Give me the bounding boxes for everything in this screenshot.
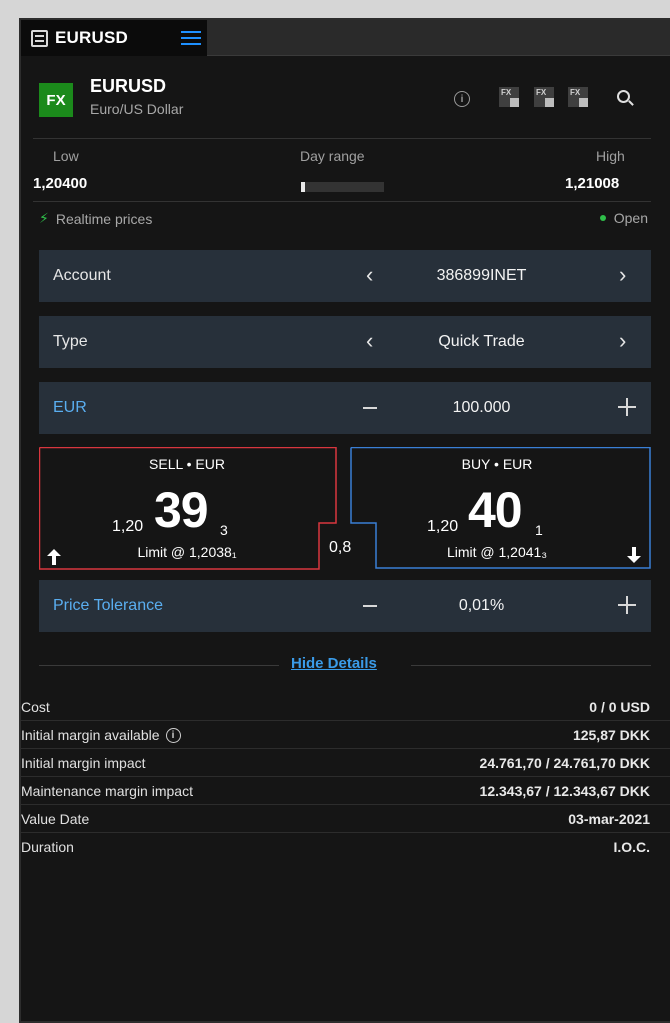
detail-value: 0 / 0 USD [589, 699, 650, 715]
divider [39, 665, 279, 666]
account-selector: Account ‹ 386899INET › [39, 250, 651, 302]
day-range-indicator [301, 182, 305, 192]
tab-title: EURUSD [55, 28, 128, 47]
type-prev-button[interactable]: ‹ [366, 328, 373, 354]
type-label: Type [53, 333, 88, 350]
detail-label: Maintenance margin impact [21, 783, 193, 799]
tolerance-input[interactable]: 0,01% [399, 597, 564, 615]
type-selector: Type ‹ Quick Trade › [39, 316, 651, 368]
divider [33, 201, 651, 202]
amount-currency-label: EUR [53, 399, 87, 416]
detail-row-cost: Cost 0 / 0 USD [21, 694, 670, 721]
detail-value: 24.761,70 / 24.761,70 DKK [479, 755, 650, 771]
fx-forward-icon[interactable]: FX [499, 87, 519, 107]
info-icon[interactable]: i [454, 91, 470, 107]
divider [411, 665, 651, 666]
status-dot-icon [599, 215, 606, 221]
price-tolerance-stepper: Price Tolerance 0,01% [39, 580, 651, 632]
account-next-button[interactable]: › [619, 262, 626, 288]
detail-label-wrap: Initial margin available i [21, 727, 181, 743]
detail-value: 125,87 DKK [572, 727, 650, 743]
day-range-bar [301, 182, 384, 192]
tolerance-increase-button[interactable] [618, 596, 636, 614]
tab-bar: EURUSD [21, 20, 670, 56]
detail-value: 03-mar-2021 [568, 811, 650, 827]
lightning-icon: ⚡︎ [39, 210, 49, 226]
sell-price-big: 39 [154, 482, 209, 538]
trade-ticket-window: EURUSD FX EURUSD Euro/US Dollar i FX FX … [19, 18, 670, 1023]
search-icon[interactable] [617, 90, 630, 103]
sell-limit: Limit @ 1,2038₁ [137, 544, 237, 560]
amount-input[interactable]: 100.000 [399, 399, 564, 417]
high-label: High [596, 148, 625, 164]
detail-row-duration: Duration I.O.C. [21, 834, 670, 861]
buy-header: BUY • EUR [461, 456, 533, 472]
tolerance-decrease-button[interactable] [363, 605, 377, 607]
trade-ticket-icon [31, 29, 48, 47]
instrument-symbol[interactable]: EURUSD [90, 76, 166, 97]
detail-value: 12.343,67 / 12.343,67 DKK [479, 783, 650, 799]
detail-row-value-date: Value Date 03-mar-2021 [21, 806, 670, 833]
low-value: 1,20400 [33, 175, 88, 192]
detail-label: Value Date [21, 811, 90, 827]
fx-swap-icon[interactable]: FX [534, 87, 554, 107]
buy-price-pip: 1 [535, 522, 543, 538]
detail-row-initial-margin-available: Initial margin available i 125,87 DKK [21, 722, 670, 749]
arrow-up-icon [47, 549, 61, 565]
market-status-label: Open [613, 210, 648, 226]
detail-row-maintenance-margin-impact: Maintenance margin impact 12.343,67 / 12… [21, 778, 670, 805]
detail-label: Initial margin impact [21, 755, 146, 771]
sell-price-pip: 3 [220, 522, 228, 538]
tab-eurusd[interactable]: EURUSD [21, 20, 207, 56]
trade-tiles: SELL • EUR 1,20 39 3 Limit @ 1,2038₁ 0,8… [39, 447, 651, 571]
day-range-label: Day range [300, 148, 365, 164]
realtime-status: ⚡︎ Realtime prices [39, 210, 152, 227]
high-value: 1,21008 [565, 175, 620, 192]
spread-value: 0,8 [329, 539, 352, 556]
divider [33, 138, 651, 139]
realtime-label: Realtime prices [55, 210, 153, 227]
asset-class-badge: FX [39, 83, 73, 117]
detail-label: Cost [21, 699, 50, 715]
info-icon[interactable]: i [165, 727, 181, 743]
fx-options-icon[interactable]: FX [568, 87, 588, 107]
sell-price-prefix: 1,20 [112, 518, 144, 535]
account-label: Account [53, 267, 111, 284]
arrow-down-icon [627, 547, 641, 563]
amount-decrease-button[interactable] [363, 407, 377, 409]
type-next-button[interactable]: › [619, 328, 626, 354]
detail-value: I.O.C. [613, 839, 650, 855]
hide-details-link[interactable]: Hide Details [291, 655, 377, 672]
sell-header: SELL • EUR [149, 456, 225, 472]
type-value: Quick Trade [438, 333, 525, 350]
detail-label: Initial margin available [21, 727, 160, 743]
sell-button[interactable]: SELL • EUR 1,20 39 3 Limit @ 1,2038₁ [39, 447, 335, 569]
detail-row-initial-margin-impact: Initial margin impact 24.761,70 / 24.761… [21, 750, 670, 777]
instrument-description: Euro/US Dollar [90, 101, 184, 117]
price-tolerance-label: Price Tolerance [53, 597, 163, 614]
market-status: Open [599, 210, 648, 226]
low-label: Low [53, 148, 79, 164]
account-prev-button[interactable]: ‹ [366, 262, 373, 288]
amount-increase-button[interactable] [618, 398, 636, 416]
menu-icon[interactable] [181, 30, 201, 46]
buy-price-prefix: 1,20 [427, 518, 459, 535]
detail-label: Duration [21, 839, 74, 855]
buy-limit: Limit @ 1,2041₃ [446, 544, 548, 560]
buy-price-big: 40 [468, 482, 523, 538]
amount-stepper: EUR 100.000 [39, 382, 651, 434]
buy-button[interactable]: BUY • EUR 1,20 40 1 Limit @ 1,2041₃ [351, 447, 651, 568]
account-value: 386899INET [436, 267, 527, 284]
